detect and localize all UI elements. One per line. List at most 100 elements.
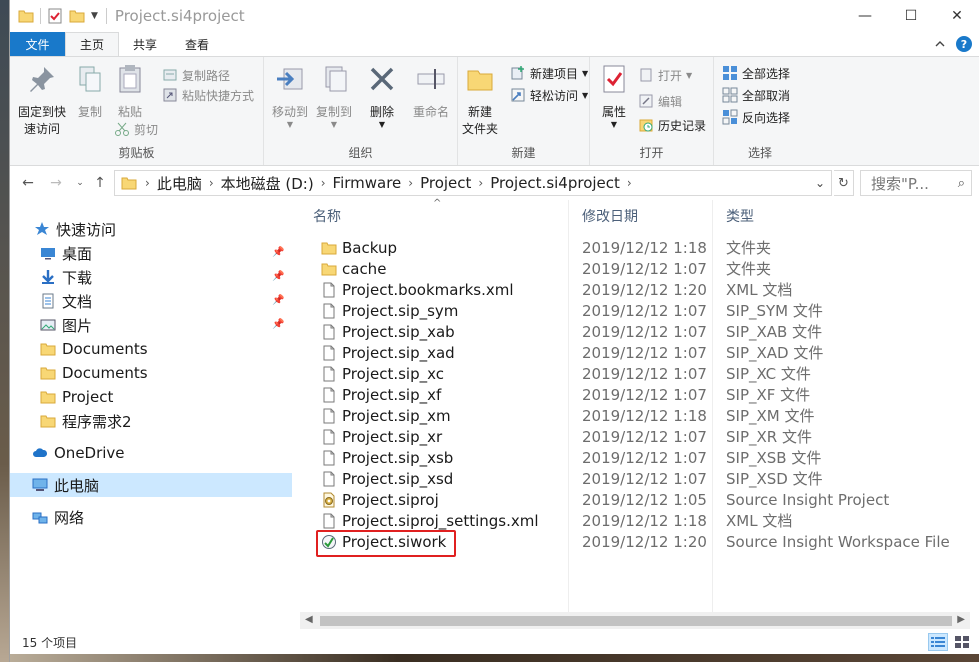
file-row[interactable]: Project.sip_xad 2019/12/12 1:07 SIP_XAD 文件 <box>313 342 973 363</box>
help-icon[interactable]: ? <box>956 36 972 52</box>
siproj-icon <box>321 492 337 508</box>
nav-this-pc[interactable]: 此电脑 <box>10 473 292 497</box>
file-row[interactable]: cache 2019/12/12 1:07 文件夹 <box>313 258 973 279</box>
address-dropdown-icon[interactable]: ⌄ <box>815 176 825 190</box>
new-item-icon <box>511 66 524 80</box>
address-bar[interactable]: › 此电脑 › 本地磁盘 (D:) › Firmware › Project ›… <box>114 170 832 196</box>
recent-dropdown-icon[interactable]: ⌄ <box>72 175 88 191</box>
file-row[interactable]: Project.sip_xsb 2019/12/12 1:07 SIP_XSB 文件 <box>313 447 973 468</box>
file-type: SIP_XAB 文件 <box>726 323 823 341</box>
refresh-icon[interactable]: ↻ <box>834 170 854 196</box>
move-to-button[interactable]: 移动到 ▼ <box>268 63 312 129</box>
copy-path-button[interactable]: 复制路径 <box>162 65 230 85</box>
nav-folder-documents[interactable]: Documents <box>10 337 292 361</box>
file-row[interactable]: Project.sip_xc 2019/12/12 1:07 SIP_XC 文件 <box>313 363 973 384</box>
breadcrumb-si4project[interactable]: Project.si4project <box>483 174 627 192</box>
rename-button[interactable]: 重命名 <box>408 63 454 121</box>
nav-desktop[interactable]: 桌面 📌 <box>10 241 292 265</box>
tab-view[interactable]: 查看 <box>171 32 223 56</box>
nav-folder-documents-2[interactable]: Documents <box>10 361 292 385</box>
file-type: SIP_XSD 文件 <box>726 470 823 488</box>
large-icons-view-button[interactable] <box>952 633 972 651</box>
delete-x-icon <box>370 67 394 91</box>
file-row[interactable]: Project.sip_xab 2019/12/12 1:07 SIP_XAB 文件 <box>313 321 973 342</box>
breadcrumb-this-pc[interactable]: 此电脑 <box>150 173 209 194</box>
open-button[interactable]: 打开 ▼ <box>638 65 692 85</box>
desktop-background-strip <box>10 654 979 662</box>
paste-shortcut-button[interactable]: 粘贴快捷方式 <box>162 85 254 105</box>
pin-quick-access-button[interactable]: 固定到快 速访问 <box>14 63 70 138</box>
desktop-icon <box>41 248 55 260</box>
search-input[interactable]: 搜索"P... ⌕ <box>860 170 972 196</box>
column-header-name[interactable]: 名称 <box>313 200 568 232</box>
new-folder-quick-icon[interactable] <box>69 8 85 24</box>
nav-pictures[interactable]: 图片 📌 <box>10 313 292 337</box>
breadcrumb-drive-d[interactable]: 本地磁盘 (D:) <box>214 173 321 194</box>
copy-path-icon <box>163 69 177 81</box>
invert-selection-button[interactable]: 反向选择 <box>722 107 790 127</box>
file-row[interactable]: Project.bookmarks.xml 2019/12/12 1:20 XML … <box>313 279 973 300</box>
copy-to-dropdown-icon: ▼ <box>330 120 338 129</box>
file-row[interactable]: Project.sip_xf 2019/12/12 1:07 SIP_XF 文件 <box>313 384 973 405</box>
nav-onedrive[interactable]: OneDrive <box>10 441 292 465</box>
file-name: Project.sip_xm <box>342 406 451 425</box>
close-button[interactable]: ✕ <box>934 0 979 32</box>
copy-to-button[interactable]: 复制到 ▼ <box>312 63 356 129</box>
edit-button[interactable]: 编辑 <box>638 91 682 111</box>
new-folder-icon <box>467 70 493 91</box>
paste-button[interactable]: 粘贴 <box>110 63 150 121</box>
breadcrumb-project[interactable]: Project <box>413 174 478 192</box>
details-view-button[interactable] <box>928 633 948 651</box>
nav-documents[interactable]: 文档 📌 <box>10 289 292 313</box>
properties-button[interactable]: 属性 ▼ <box>596 63 632 129</box>
select-none-button[interactable]: 全部取消 <box>722 85 790 105</box>
file-row[interactable]: Project.sip_sym 2019/12/12 1:07 SIP_SYM 文件 <box>313 300 973 321</box>
maximize-button[interactable]: ☐ <box>888 0 934 32</box>
file-type: XML 文档 <box>726 512 793 530</box>
tab-share[interactable]: 共享 <box>119 32 171 56</box>
nav-folder-project[interactable]: Project <box>10 385 292 409</box>
new-item-button[interactable]: 新建项目 ▼ <box>510 63 588 83</box>
scrollbar-thumb[interactable] <box>320 616 952 626</box>
properties-check-icon[interactable] <box>47 8 63 24</box>
search-icon: ⌕ <box>957 176 965 191</box>
up-arrow-icon[interactable]: ↑ <box>92 175 108 191</box>
select-all-button[interactable]: 全部选择 <box>722 63 790 83</box>
tab-file[interactable]: 文件 <box>10 32 65 56</box>
new-folder-button[interactable]: 新建 文件夹 <box>458 63 502 138</box>
file-name: Project.sip_xab <box>342 322 455 341</box>
history-button[interactable]: 历史记录 <box>638 115 706 135</box>
file-row[interactable]: Project.sip_xm 2019/12/12 1:18 SIP_XM 文件 <box>313 405 973 426</box>
column-header-type[interactable]: 类型 <box>726 200 946 232</box>
file-row[interactable]: Project.siproj_settings.xml 2019/12/12 1:… <box>313 510 973 531</box>
nav-downloads[interactable]: 下载 📌 <box>10 265 292 289</box>
file-row[interactable]: Project.siproj 2019/12/12 1:05 Source Insi… <box>313 489 973 510</box>
back-arrow-icon[interactable]: ← <box>20 175 36 191</box>
scroll-left-icon[interactable]: ◀ <box>305 614 313 625</box>
file-type: SIP_XC 文件 <box>726 365 811 383</box>
nav-quick-access[interactable]: 快速访问 <box>10 217 292 241</box>
file-icon <box>321 450 337 466</box>
tab-home[interactable]: 主页 <box>65 32 120 56</box>
minimize-button[interactable]: — <box>842 0 888 32</box>
nav-network[interactable]: 网络 <box>10 505 292 529</box>
copy-button[interactable]: 复制 <box>70 63 110 121</box>
easy-access-button[interactable]: 轻松访问 ▼ <box>510 85 588 105</box>
forward-arrow-icon[interactable]: → <box>48 175 64 191</box>
horizontal-scrollbar[interactable]: ◀ ▶ <box>300 612 970 629</box>
breadcrumb-separator-icon[interactable]: › <box>627 176 632 190</box>
column-header-date[interactable]: 修改日期 <box>582 200 712 232</box>
nav-folder-requirements[interactable]: 程序需求2 <box>10 409 292 433</box>
quick-access-dropdown-icon[interactable]: ▼ <box>91 11 98 21</box>
file-icon <box>321 324 337 340</box>
cut-button[interactable]: 剪切 <box>114 119 158 139</box>
file-type: SIP_XF 文件 <box>726 386 811 404</box>
scroll-right-icon[interactable]: ▶ <box>957 614 965 625</box>
file-row[interactable]: Project.sip_xsd 2019/12/12 1:07 SIP_XSD 文件 <box>313 468 973 489</box>
delete-button[interactable]: 删除 ▼ <box>364 63 400 129</box>
pin-icon <box>30 67 54 92</box>
collapse-ribbon-icon[interactable] <box>934 38 946 50</box>
breadcrumb-firmware[interactable]: Firmware <box>326 174 409 192</box>
file-row[interactable]: Backup 2019/12/12 1:18 文件夹 <box>313 237 973 258</box>
file-row[interactable]: Project.sip_xr 2019/12/12 1:07 SIP_XR 文件 <box>313 426 973 447</box>
